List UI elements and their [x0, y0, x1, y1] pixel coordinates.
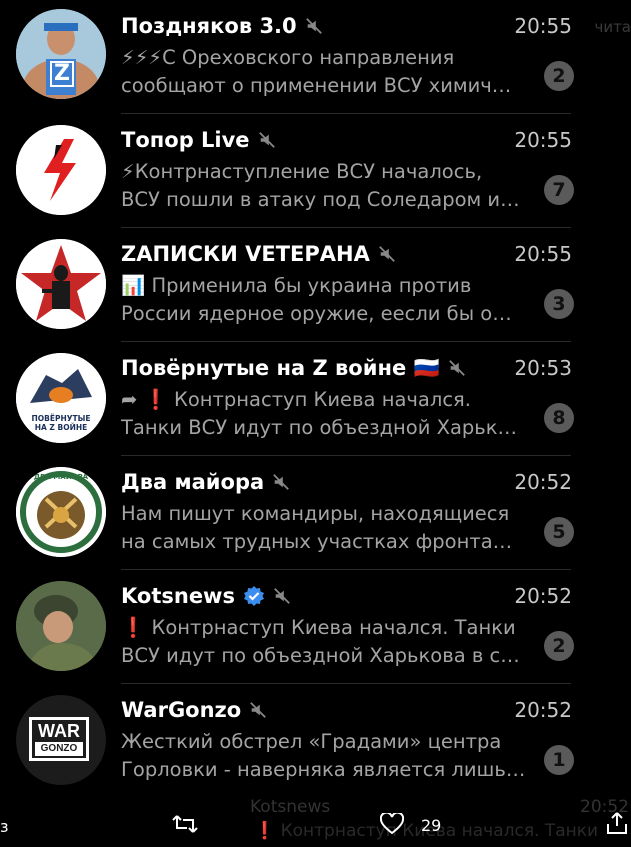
avatar-caption-line-1: ПОВЁРНУТЫЕ [31, 414, 91, 423]
left-edge-text: з [0, 817, 9, 836]
muted-icon [274, 588, 290, 604]
background-chat-name: Kotsnews [250, 797, 331, 817]
preview-line-2: Горловки - наверняка является лишь… [121, 758, 526, 781]
avatar: Z [16, 9, 106, 99]
preview-line-1: ➦ ❗ Контрнаступ Киева начался. [121, 388, 471, 411]
chat-name: Повёрнутые на Z войне 🇷🇺 [121, 355, 440, 380]
avatar-z-letter: Z [50, 61, 74, 87]
preview-line-1: ❗ Контрнаступ Киева начался. Танки [121, 616, 516, 639]
wargonzo-logo: WAR GONZO [29, 717, 89, 761]
chat-name: ZAПИСКИ VЕТЕРАНА [121, 242, 370, 266]
chat-name: Поздняков 3.0 [121, 14, 297, 38]
retweet-icon[interactable] [172, 813, 198, 835]
unread-badge: 2 [544, 61, 574, 91]
chat-preview: 📊 Применила бы украина против России яде… [121, 272, 541, 328]
preview-line-2: на самых трудных участках фронта… [121, 530, 513, 553]
preview-line-1: Жесткий обстрел «Градами» центра [121, 730, 502, 753]
avatar: WAR GONZO [16, 695, 106, 785]
chat-time: 20:55 [514, 14, 572, 38]
background-text: чита [594, 18, 631, 36]
muted-icon [250, 702, 267, 718]
unread-badge: 5 [544, 517, 574, 547]
preview-line-1: ⚡⚡⚡С Ореховского направления [121, 46, 455, 69]
preview-line-2: ВСУ пошли в атаку под Соледаром и… [121, 188, 520, 211]
preview-line-2: Танки ВСУ идут по объездной Харьк… [121, 416, 518, 439]
muted-icon [379, 246, 395, 262]
chat-item-zapiski-veterana[interactable]: ZAПИСКИ VЕТЕРАНА 20:55 📊 Применила бы ук… [0, 228, 631, 342]
verified-icon [243, 586, 264, 606]
muted-icon [448, 360, 465, 376]
share-icon[interactable] [606, 811, 628, 835]
chat-name: Топор Live [121, 128, 250, 152]
avatar [16, 581, 106, 671]
avatar [16, 125, 106, 215]
avatar-caption-line-2: НА Z ВОЙНЕ [34, 423, 88, 432]
chat-item-kotsnews[interactable]: Kotsnews 20:52 ❗ Контрнаступ Киева начал… [0, 570, 631, 684]
preview-line-2: сообщают о применении ВСУ химич… [121, 74, 512, 97]
chat-item-pozdnyakov[interactable]: Z Поздняков 3.0 20:55 ⚡⚡⚡С Ореховского н… [0, 0, 631, 114]
unread-badge: 3 [544, 289, 574, 319]
unread-badge: 2 [544, 631, 574, 661]
chat-item-topor-live[interactable]: Топор Live 20:55 ⚡Контрнаступление ВСУ н… [0, 114, 631, 228]
bottom-action-bar: Kotsnews 20:52 ❗ Контрнаступ Киева начал… [0, 795, 631, 847]
chat-preview: ❗ Контрнаступ Киева начался. Танки ВСУ и… [121, 614, 541, 670]
like-count: 29 [421, 816, 442, 835]
chat-time: 20:55 [514, 128, 572, 152]
unread-badge: 1 [544, 745, 574, 775]
chat-item-dva-mayora[interactable]: ДВА МАЙОРА Два майора 20:52 Нам пишут ко… [0, 456, 631, 570]
chat-item-povernutye[interactable]: ПОВЁРНУТЫЕ НА Z ВОЙНЕ Повёрнутые на Z во… [0, 342, 631, 456]
chat-preview: ⚡⚡⚡С Ореховского направления сообщают о … [121, 44, 541, 100]
preview-line-2: ВСУ идут по объездной Харькова в с… [121, 644, 520, 667]
heart-icon[interactable] [380, 813, 404, 835]
unread-badge: 7 [544, 175, 574, 205]
chat-preview: Жесткий обстрел «Градами» центра Горловк… [121, 728, 541, 784]
avatar-caption: ДВА МАЙОРА [33, 473, 89, 481]
avatar: ПОВЁРНУТЫЕ НА Z ВОЙНЕ [16, 353, 106, 443]
unread-badge: 8 [544, 403, 574, 433]
chat-time: 20:53 [514, 356, 572, 380]
preview-line-1: ⚡Контрнаступление ВСУ началось, [121, 160, 483, 183]
preview-line-2: России ядерное оружие, еесли бы о… [121, 302, 512, 325]
muted-icon [305, 18, 322, 34]
chat-name: Kotsnews [121, 584, 235, 608]
avatar [16, 239, 106, 329]
preview-line-1: 📊 Применила бы украина против [121, 274, 472, 297]
chat-item-wargonzo[interactable]: WAR GONZO WarGonzo 20:52 Жесткий обстрел… [0, 684, 631, 795]
logo-line-1: WAR [38, 721, 80, 741]
chat-preview: ➦ ❗ Контрнаступ Киева начался. Танки ВСУ… [121, 386, 541, 442]
muted-icon [258, 132, 275, 148]
chat-time: 20:55 [514, 242, 572, 266]
avatar: ДВА МАЙОРА [16, 467, 106, 557]
chat-time: 20:52 [514, 470, 572, 494]
muted-icon [273, 474, 289, 490]
chat-time: 20:52 [514, 584, 572, 608]
chat-time: 20:52 [514, 698, 572, 722]
chat-name: Два майора [121, 470, 265, 494]
chat-preview: ⚡Контрнаступление ВСУ началось, ВСУ пошл… [121, 158, 541, 214]
chat-preview: Нам пишут командиры, находящиеся на самы… [121, 500, 541, 556]
preview-line-1: Нам пишут командиры, находящиеся [121, 502, 510, 525]
logo-line-2: GONZO [35, 742, 83, 756]
avatar-caption: ПОВЁРНУТЫЕ НА Z ВОЙНЕ [16, 414, 106, 432]
chat-name: WarGonzo [121, 698, 242, 722]
